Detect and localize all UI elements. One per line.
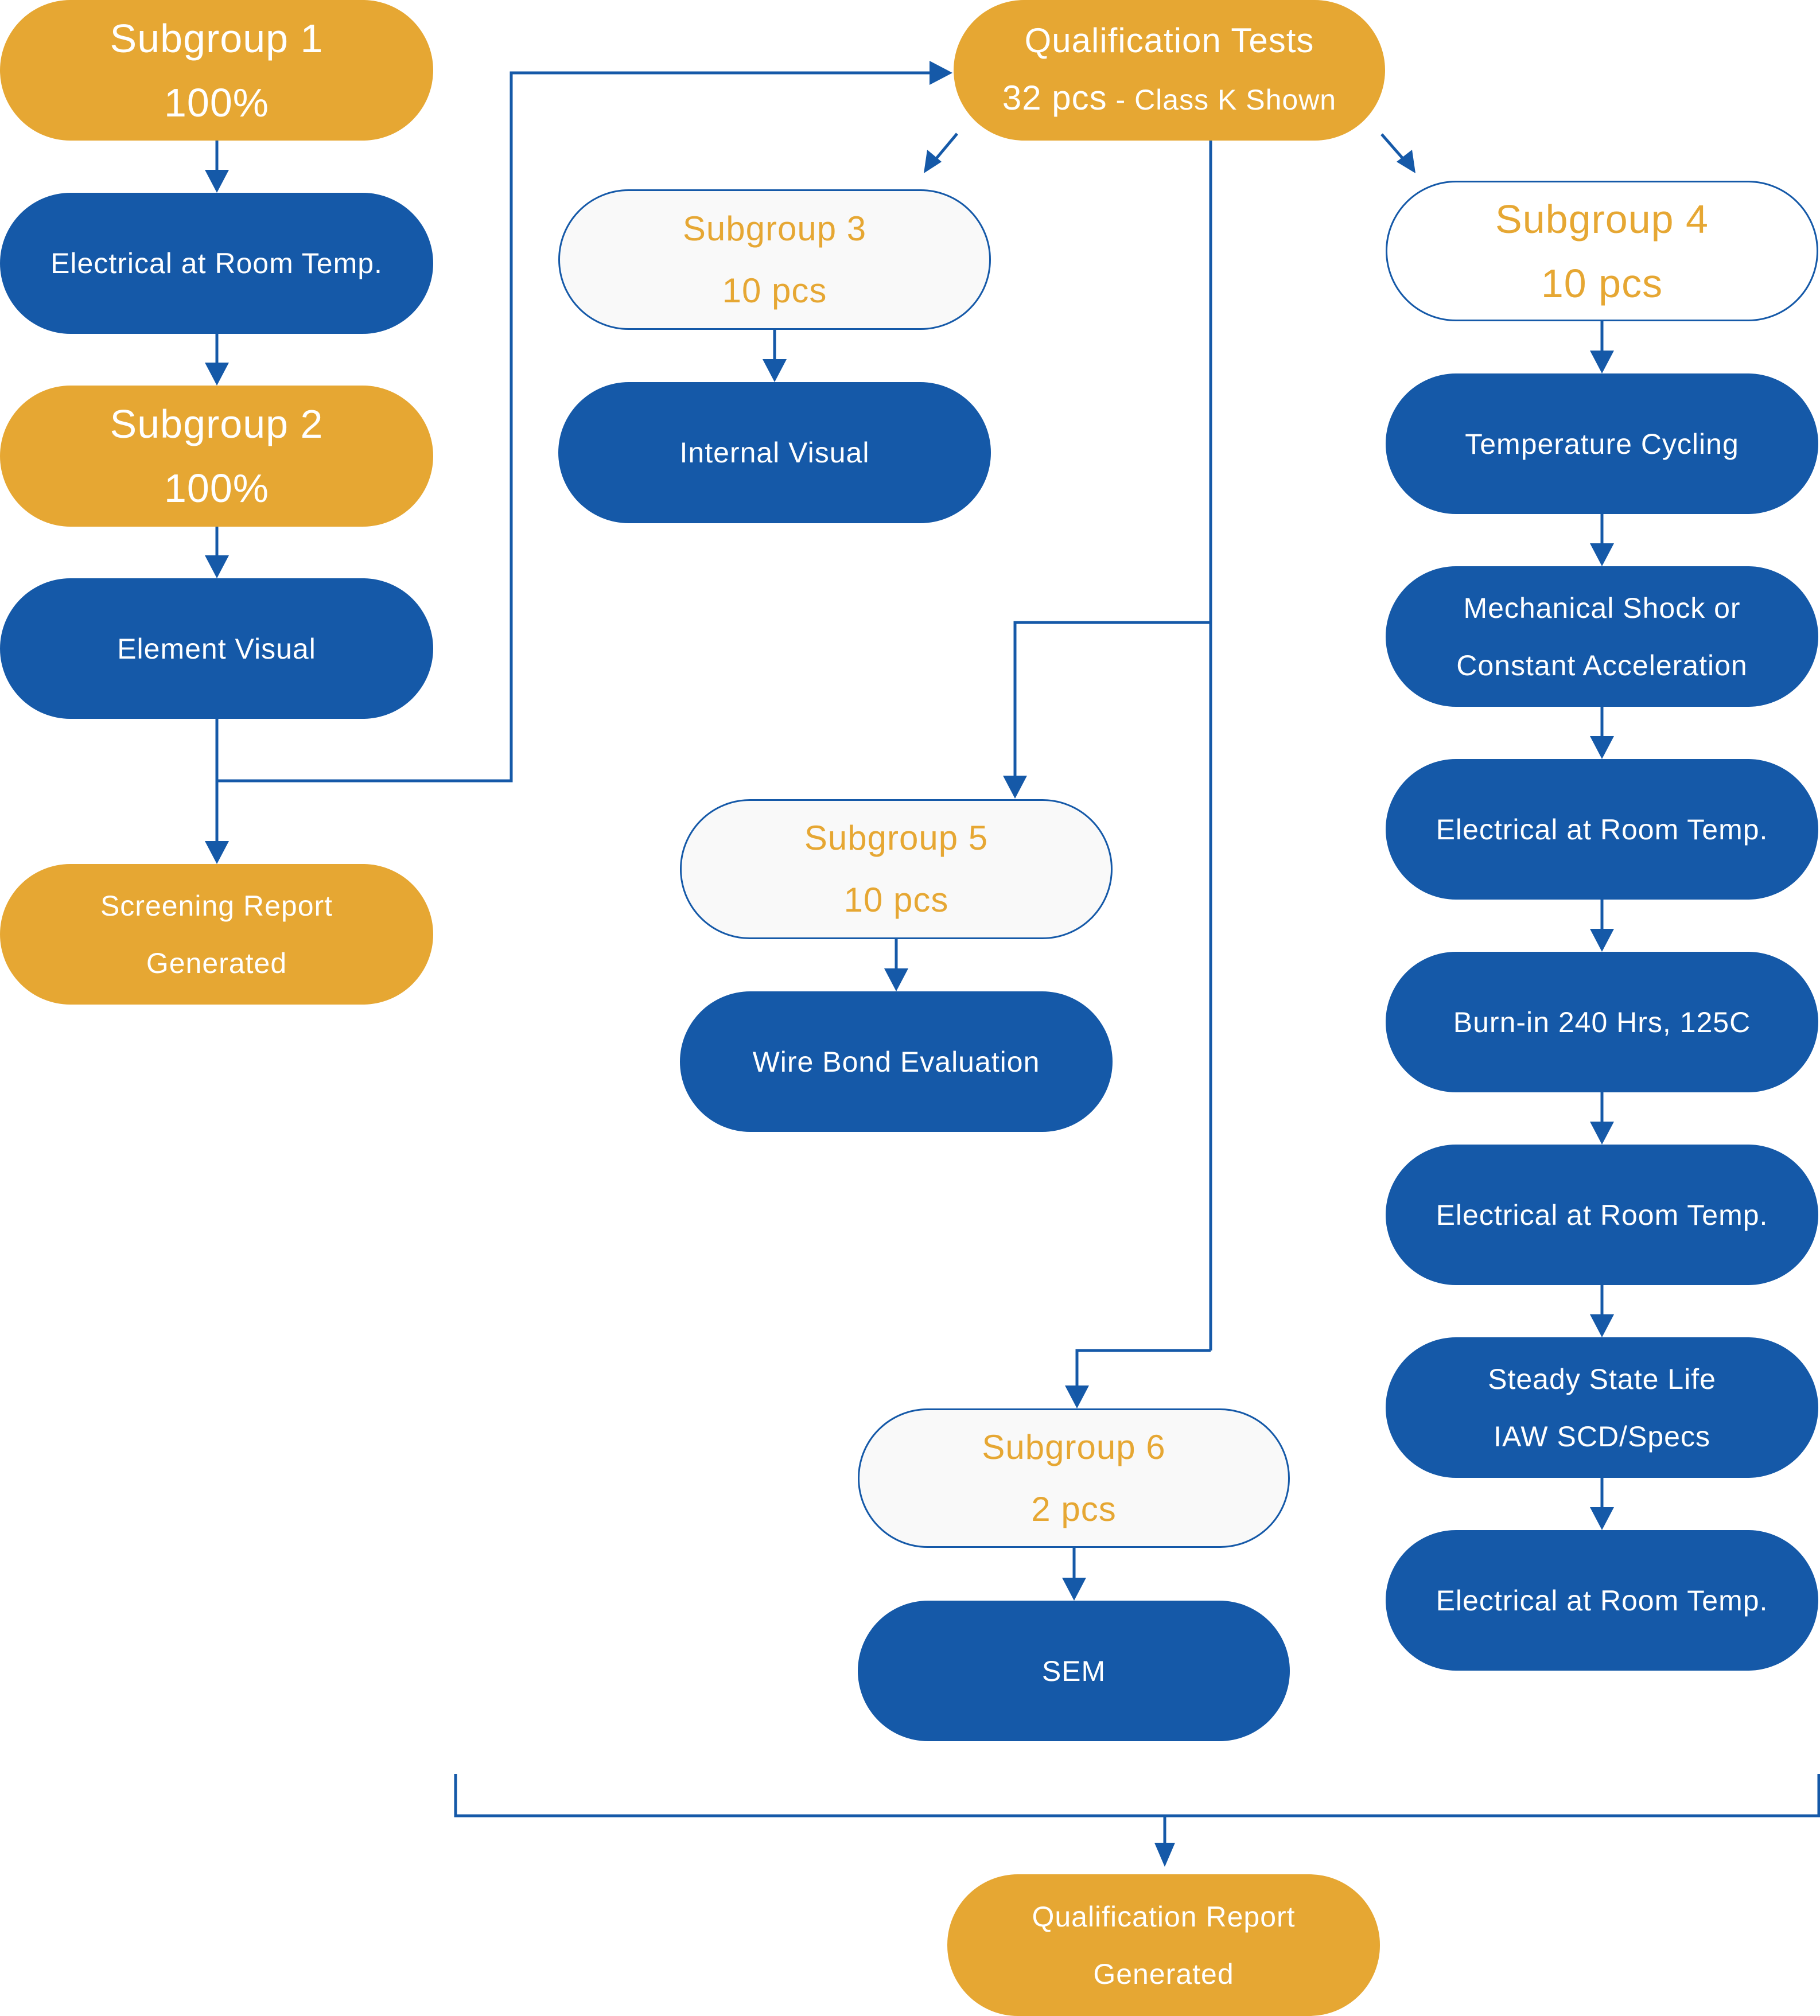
arrowhead-icon [1590,1122,1614,1145]
screening-electrical-label: Electrical at Room Temp. [50,247,383,279]
subgroup-5-qty: 10 pcs [843,881,949,919]
subgroup-4-qty: 10 pcs [1541,260,1663,306]
subgroup-4-title: Subgroup 4 [1495,196,1709,242]
screening-report-line1: Screening Report [100,889,333,922]
qualification-report-line2: Generated [1093,1957,1234,1990]
screening-report-node: Screening Report Generated [0,864,433,1005]
arrowhead-icon [1590,929,1614,952]
collector-bracket [454,1774,1820,1817]
qualification-tests-class-note: - Class K Shown [1107,84,1337,116]
subgroup-3-title: Subgroup 3 [682,209,867,248]
qualification-report-line1: Qualification Report [1032,1900,1296,1933]
subgroup-6-node: Subgroup 6 2 pcs [858,1408,1290,1548]
sg4-step-temperature-cycling: Temperature Cycling [1386,373,1818,514]
sg4-step-label: Steady State Life [1488,1363,1716,1395]
sg4-step-label-line2: IAW SCD/Specs [1494,1420,1710,1453]
qualification-tests-title: Qualification Tests [1024,21,1315,60]
internal-visual-node: Internal Visual [558,382,991,523]
subgroup-3-qty: 10 pcs [722,271,827,310]
arrowhead-icon [1590,1314,1614,1337]
arrowhead-icon [930,61,952,85]
qualification-tests-qty: 32 pcs [1002,79,1107,117]
arrowhead-icon [205,555,229,578]
subgroup-6-title: Subgroup 6 [982,1427,1166,1466]
subgroup-2-node: Subgroup 2 100% [0,386,433,527]
arrowhead-icon [1590,351,1614,373]
screening-report-line2: Generated [146,947,287,979]
sg4-step-electrical-1: Electrical at Room Temp. [1386,759,1818,900]
sem-node: SEM [858,1601,1290,1741]
sg4-step-electrical-2: Electrical at Room Temp. [1386,1145,1818,1285]
arrowhead-icon [1062,1578,1086,1601]
element-visual-label: Element Visual [117,632,316,665]
arrowhead-icon [205,363,229,386]
subgroup-5-title: Subgroup 5 [804,819,989,857]
arrowhead-icon [1065,1385,1089,1408]
wire-bond-evaluation-label: Wire Bond Evaluation [752,1045,1040,1078]
qualification-report-node: Qualification Report Generated [947,1874,1380,2016]
subgroup-1-node: Subgroup 1 100% [0,0,433,141]
subgroup-3-node: Subgroup 3 10 pcs [558,189,991,330]
connector-trunk-to-sg5 [1013,621,1211,777]
element-visual-node: Element Visual [0,578,433,719]
sg4-step-burn-in: Burn-in 240 Hrs, 125C [1386,952,1818,1092]
arrowhead-icon [763,359,787,382]
qualification-tests-qty-line: 32 pcs - Class K Shown [1002,69,1336,129]
subgroup-1-title: Subgroup 1 [110,15,324,61]
arrowhead-icon [1154,1843,1175,1867]
internal-visual-label: Internal Visual [679,437,870,469]
wire-bond-evaluation-node: Wire Bond Evaluation [680,991,1113,1132]
arrowhead-icon [205,170,229,193]
subgroup-2-title: Subgroup 2 [110,402,324,446]
subgroup-2-qty: 100% [164,466,270,511]
arrowhead-icon [205,841,229,864]
arrowhead-icon [1590,543,1614,566]
subgroup-4-node: Subgroup 4 10 pcs [1386,181,1818,321]
arrowhead-icon [884,968,908,991]
sem-label: SEM [1041,1655,1106,1687]
sg4-step-label: Electrical at Room Temp. [1436,1198,1768,1231]
subgroup-5-node: Subgroup 5 10 pcs [680,799,1113,939]
arrow-qualification-to-sg3 [932,133,958,163]
arrowhead-icon [1003,776,1027,799]
arrowhead-icon [1590,736,1614,759]
subgroup-6-qty: 2 pcs [1031,1489,1117,1528]
sg4-step-label: Temperature Cycling [1465,427,1739,460]
sg4-step-steady-state-life: Steady State Life IAW SCD/Specs [1386,1337,1818,1478]
subgroup-1-qty: 100% [164,80,270,125]
connector-trunk-to-sg6 [1075,1349,1211,1388]
sg4-step-electrical-3: Electrical at Room Temp. [1386,1530,1818,1671]
screening-electrical-node: Electrical at Room Temp. [0,193,433,334]
sg4-step-label: Burn-in 240 Hrs, 125C [1453,1006,1751,1038]
sg4-step-label: Electrical at Room Temp. [1436,1584,1768,1617]
sg4-step-mechanical-shock: Mechanical Shock or Constant Acceleratio… [1386,566,1818,707]
sg4-step-label-line2: Constant Acceleration [1456,649,1748,682]
sg4-step-label: Electrical at Room Temp. [1436,813,1768,846]
arrowhead-icon [1590,1507,1614,1530]
sg4-step-label: Mechanical Shock or [1463,591,1741,624]
qualification-tests-node: Qualification Tests 32 pcs - Class K Sho… [954,0,1385,141]
